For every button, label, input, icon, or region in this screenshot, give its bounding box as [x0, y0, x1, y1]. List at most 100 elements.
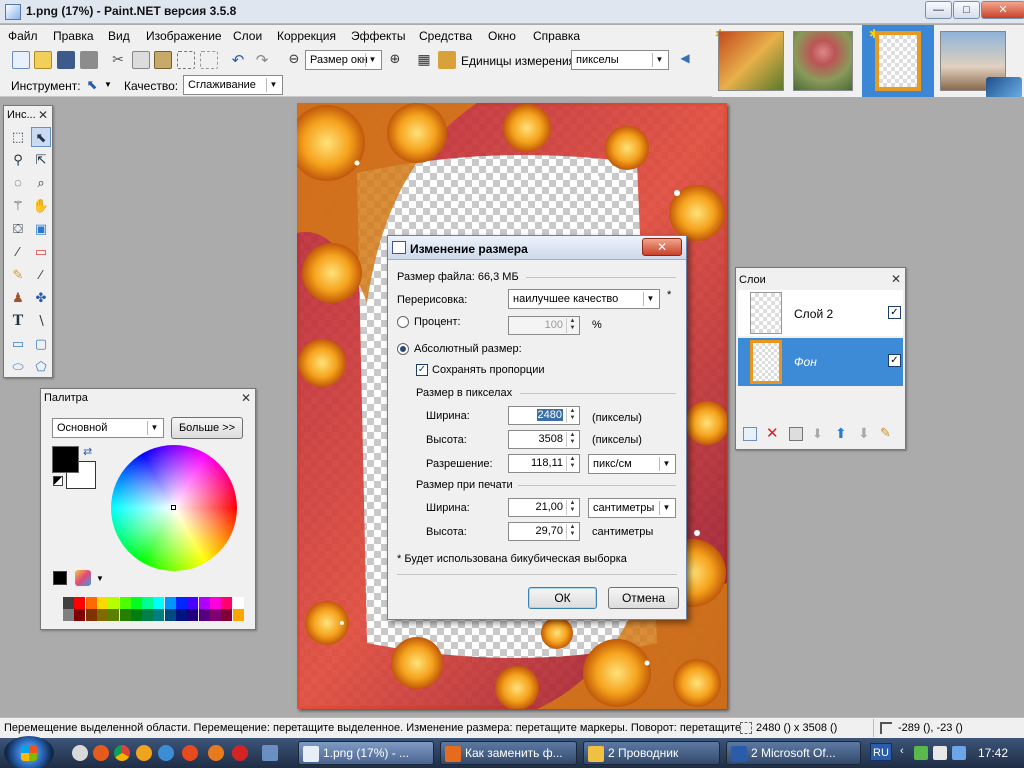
palette-swatch[interactable]: [119, 609, 131, 621]
move-layer-up-icon[interactable]: ⬆: [835, 425, 847, 442]
reset-colors-icon[interactable]: [53, 476, 63, 486]
magic-wand-icon[interactable]: ⚚: [8, 196, 28, 216]
menu-help[interactable]: Справка: [533, 29, 580, 43]
zoom-out-icon[interactable]: ⊖: [285, 51, 303, 69]
spin-arrows-icon[interactable]: ▲ ▼: [566, 432, 578, 447]
palette-swatch[interactable]: [85, 597, 97, 609]
grid-icon[interactable]: ▦: [415, 51, 433, 69]
mail-icon[interactable]: [158, 745, 174, 761]
palette-swatch[interactable]: [164, 609, 176, 621]
palette-swatch[interactable]: [119, 597, 131, 609]
pan-icon[interactable]: ✋: [31, 196, 51, 216]
palette-swatch[interactable]: [153, 597, 165, 609]
pencil-icon[interactable]: ✎: [8, 265, 28, 285]
layer-visibility-checkbox[interactable]: ✓: [888, 306, 901, 319]
rectangle-select-icon[interactable]: ⬚: [8, 127, 28, 147]
menu-window[interactable]: Окно: [488, 29, 516, 43]
percent-input[interactable]: 100 ▲ ▼: [508, 316, 580, 335]
language-indicator[interactable]: RU: [870, 743, 892, 761]
layer-properties-icon[interactable]: ✎: [880, 425, 891, 441]
resolution-unit-combo[interactable]: пикс/см ▼: [588, 454, 676, 474]
ruler-icon[interactable]: [438, 51, 456, 69]
paint-bucket-icon[interactable]: ⛋: [8, 219, 28, 239]
chevron-down-icon[interactable]: ▼: [96, 574, 104, 583]
menu-file[interactable]: Файл: [8, 29, 38, 43]
resolution-input[interactable]: 118,11 ▲ ▼: [508, 454, 580, 473]
move-layer-down-icon[interactable]: ⬇: [858, 425, 870, 442]
percent-radio[interactable]: [397, 316, 409, 328]
task-firefox[interactable]: Как заменить ф...: [440, 741, 577, 765]
palette-swatch[interactable]: [198, 597, 210, 609]
freeform-shape-icon[interactable]: ⬠: [31, 357, 51, 377]
line-curve-icon[interactable]: ∖: [31, 311, 51, 331]
clone-stamp-icon[interactable]: ♟: [8, 288, 28, 308]
palette-swatch[interactable]: [187, 597, 199, 609]
palette-swatch[interactable]: [130, 609, 142, 621]
dialog-close-button[interactable]: ✕: [642, 238, 682, 256]
thumbnail-1[interactable]: [718, 31, 784, 91]
palette-swatch[interactable]: [221, 609, 233, 621]
gradient-icon[interactable]: ▣: [31, 219, 51, 239]
palette-swatch[interactable]: [176, 609, 187, 621]
undo-icon[interactable]: ↶: [229, 51, 247, 69]
delete-layer-icon[interactable]: ✕: [766, 424, 779, 442]
palette-swatch[interactable]: [164, 597, 176, 609]
duplicate-layer-icon[interactable]: [789, 427, 803, 441]
zoom-icon[interactable]: ⌕: [31, 173, 51, 193]
palette-swatch[interactable]: [96, 609, 108, 621]
cut-icon[interactable]: ✂: [109, 51, 127, 69]
move-selection-icon[interactable]: ⬉: [31, 127, 51, 147]
close-icon[interactable]: ✕: [38, 108, 48, 122]
tray-network-icon[interactable]: [952, 746, 966, 760]
ellipse-select-icon[interactable]: ◌: [8, 173, 28, 193]
zoom-in-icon[interactable]: ⊕: [386, 51, 404, 69]
palette-swatch[interactable]: [209, 597, 221, 609]
tray-expand-icon[interactable]: ‹: [900, 745, 904, 757]
layer-row-selected[interactable]: Фон ✓: [738, 338, 903, 386]
menu-image[interactable]: Изображение: [146, 29, 222, 43]
print-width-unit-combo[interactable]: сантиметры ▼: [588, 498, 676, 518]
menu-effects[interactable]: Эффекты: [351, 29, 406, 43]
task-paintnet[interactable]: 1.png (17%) - ...: [298, 741, 434, 765]
move-selection-outline-icon[interactable]: ⇱: [31, 150, 51, 170]
tray-update-icon[interactable]: [914, 746, 928, 760]
palette-swatch[interactable]: [130, 597, 142, 609]
media-icon[interactable]: [136, 745, 152, 761]
opera-icon[interactable]: [232, 745, 248, 761]
add-layer-icon[interactable]: [743, 427, 757, 441]
task-explorer[interactable]: 2 Проводник: [583, 741, 720, 765]
color-wheel[interactable]: [111, 445, 237, 571]
deselect-icon[interactable]: [200, 51, 218, 69]
palette-swatch[interactable]: [232, 609, 244, 621]
palette-swatch[interactable]: [85, 609, 97, 621]
lasso-icon[interactable]: ⚲: [8, 150, 28, 170]
eraser-icon[interactable]: ▭: [31, 242, 51, 262]
menu-view[interactable]: Вид: [108, 29, 130, 43]
palette-swatch[interactable]: [108, 597, 120, 609]
menu-tools[interactable]: Средства: [419, 29, 472, 43]
rounded-rectangle-icon[interactable]: ▢: [31, 334, 51, 354]
menu-adjustments[interactable]: Коррекция: [277, 29, 336, 43]
height-px-input[interactable]: 3508 ▲ ▼: [508, 430, 580, 449]
paintbrush-icon[interactable]: ⁄: [8, 242, 28, 262]
palette-swatch[interactable]: [96, 597, 108, 609]
show-desktop-icon[interactable]: [72, 745, 88, 761]
paste-icon[interactable]: [154, 51, 172, 69]
save-icon[interactable]: [57, 51, 75, 69]
minimize-button[interactable]: —: [925, 1, 952, 19]
palette-mode-combo[interactable]: Основной ▼: [52, 418, 164, 438]
layer-row[interactable]: Слой 2 ✓: [738, 290, 903, 336]
crop-icon[interactable]: [177, 51, 195, 69]
new-icon[interactable]: [12, 51, 30, 69]
swap-colors-icon[interactable]: ⇄: [83, 445, 92, 458]
clock[interactable]: 17:42: [978, 746, 1008, 760]
chevron-down-icon[interactable]: ▼: [104, 80, 112, 89]
ok-button[interactable]: ОК: [528, 587, 597, 609]
palette-swatch[interactable]: [108, 609, 120, 621]
palette-menu-icon[interactable]: [75, 570, 91, 586]
color-picker-icon[interactable]: ⁄: [31, 265, 51, 285]
scroll-left-icon[interactable]: ◀: [676, 51, 694, 69]
palette-swatch[interactable]: [142, 609, 154, 621]
firefox-icon[interactable]: [208, 745, 224, 761]
close-icon[interactable]: ✕: [241, 391, 251, 405]
